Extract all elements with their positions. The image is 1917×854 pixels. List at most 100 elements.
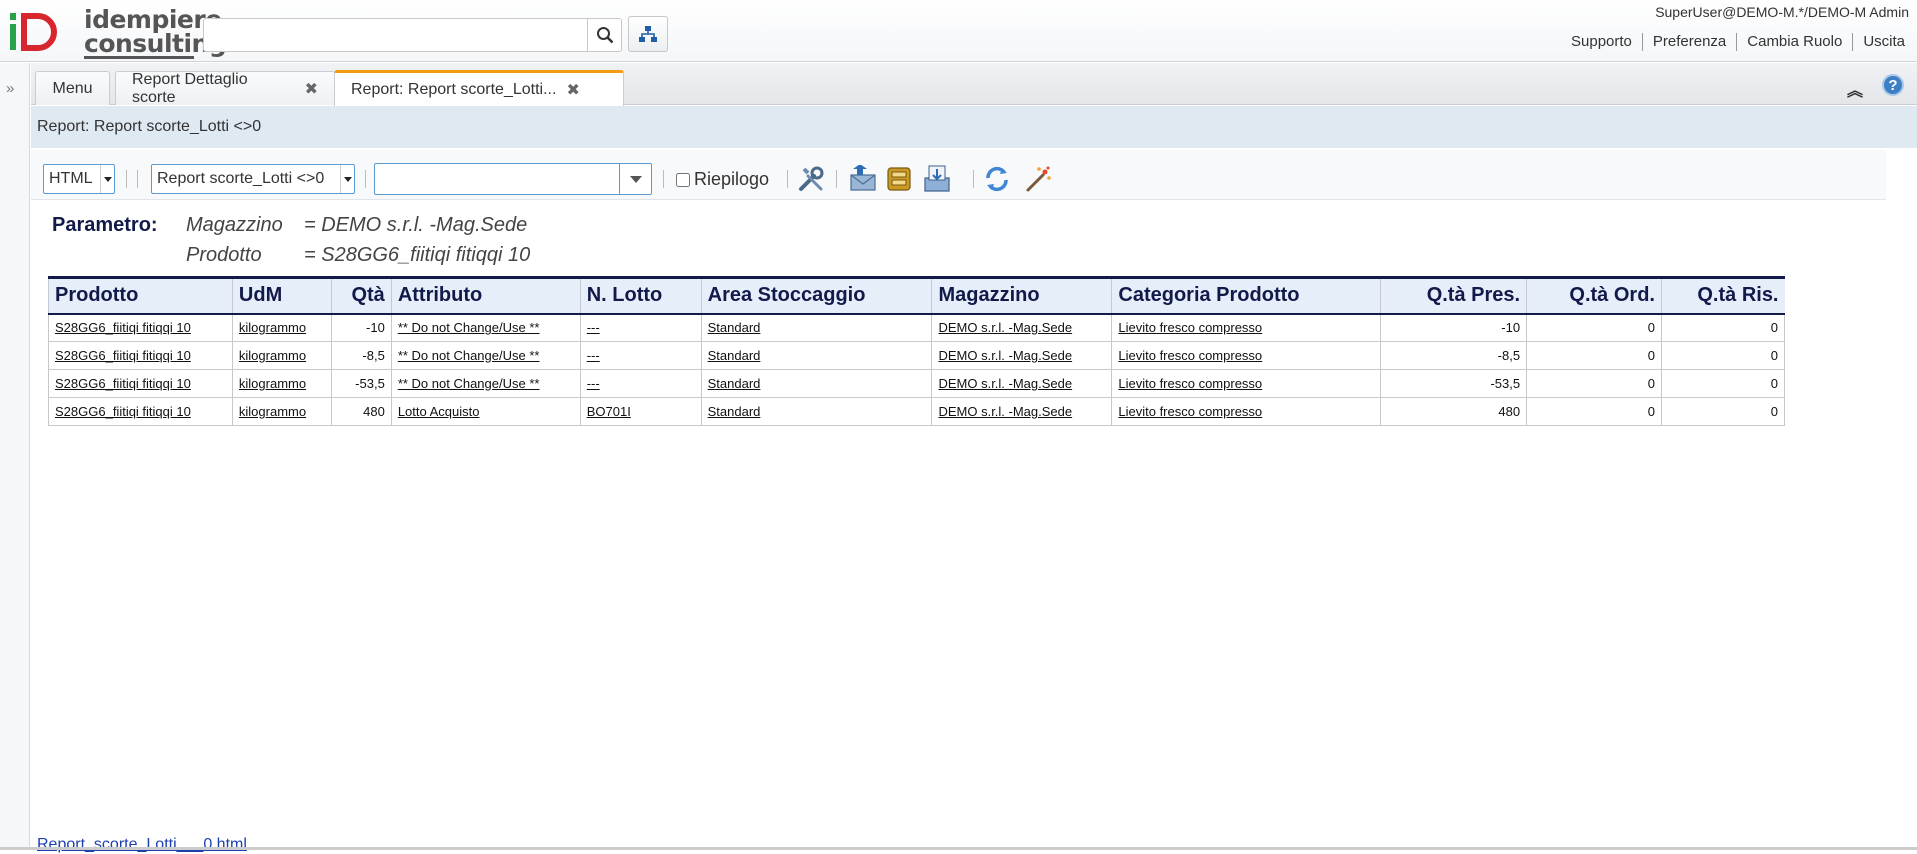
- toolbar-separator: [126, 170, 127, 188]
- menu-tree-button[interactable]: [628, 16, 668, 52]
- expand-panel-icon[interactable]: »: [6, 80, 14, 97]
- column-header[interactable]: Magazzino: [931, 276, 1112, 315]
- sitemap-icon: [639, 26, 657, 42]
- warehouse-link[interactable]: DEMO s.r.l. -Mag.Sede: [938, 376, 1072, 391]
- summary-label: Riepilogo: [694, 169, 770, 189]
- warehouse-link[interactable]: DEMO s.r.l. -Mag.Sede: [938, 348, 1072, 363]
- parameter-label-empty: [52, 244, 186, 274]
- warehouse-link[interactable]: DEMO s.r.l. -Mag.Sede: [938, 320, 1072, 335]
- cell-prodotto: S28GG6_fiitiqi fitiqqi 10: [48, 369, 233, 398]
- archive-icon[interactable]: [883, 163, 915, 195]
- format-select-value: HTML: [49, 170, 93, 187]
- column-header[interactable]: Q.tà Ord.: [1526, 276, 1662, 315]
- cell-attributo: ** Do not Change/Use **: [390, 369, 581, 398]
- locator-link[interactable]: Standard: [708, 376, 761, 391]
- link-cambia-ruolo[interactable]: Cambia Ruolo: [1736, 33, 1852, 51]
- tab-report-label: Report: Report scorte_Lotti...: [351, 80, 557, 98]
- send-mail-icon[interactable]: [846, 163, 878, 195]
- format-select[interactable]: HTML: [43, 164, 115, 194]
- tab-menu[interactable]: Menu: [35, 71, 110, 105]
- cell-qty-onhand: -8,5: [1380, 341, 1528, 370]
- close-tab-icon[interactable]: ✖: [305, 79, 318, 99]
- product-link[interactable]: S28GG6_fiitiqi fitiqqi 10: [55, 348, 191, 363]
- close-tab-icon[interactable]: ✖: [566, 80, 579, 100]
- cell-categoria: Lievito fresco compresso: [1111, 397, 1382, 426]
- cell-magazzino: DEMO s.r.l. -Mag.Sede: [931, 341, 1113, 370]
- cell-prodotto: S28GG6_fiitiqi fitiqqi 10: [48, 313, 233, 342]
- cell-qty-ordered: 0: [1526, 397, 1662, 426]
- column-header[interactable]: N. Lotto: [579, 276, 702, 315]
- table-row: S28GG6_fiitiqi fitiqqi 10 kilogrammo -53…: [48, 369, 1786, 398]
- report-file-link[interactable]: Report_scorte_Lotti___0.html: [37, 836, 247, 854]
- export-icon[interactable]: [921, 163, 953, 195]
- parameter-text: Magazzino = DEMO s.r.l. -Mag.Sede: [186, 214, 527, 244]
- lot-link[interactable]: ---: [587, 348, 600, 363]
- cell-categoria: Lievito fresco compresso: [1111, 313, 1382, 342]
- summary-checkbox[interactable]: Riepilogo: [676, 169, 769, 190]
- attribute-link[interactable]: ** Do not Change/Use **: [398, 348, 540, 363]
- collapse-up-icon[interactable]: ︽: [1847, 77, 1863, 101]
- lot-link[interactable]: BO701I: [587, 404, 631, 419]
- cell-qty-onhand: -10: [1380, 313, 1528, 342]
- column-header[interactable]: Qtà: [330, 276, 392, 315]
- column-header[interactable]: Q.tà Ris.: [1660, 276, 1785, 315]
- table-header-row: Prodotto UdM Qtà Attributo N. Lotto Area…: [48, 276, 1785, 315]
- uom-link[interactable]: kilogrammo: [239, 348, 306, 363]
- category-link[interactable]: Lievito fresco compresso: [1118, 320, 1262, 335]
- cell-qty-onhand: -53,5: [1380, 369, 1528, 398]
- wizard-icon[interactable]: [1022, 163, 1054, 195]
- tab-report-dettaglio-scorte[interactable]: Report Dettaglio scorte ✖: [115, 71, 335, 106]
- column-header[interactable]: UdM: [231, 276, 332, 315]
- global-search-input[interactable]: [203, 18, 588, 52]
- chevron-down-icon[interactable]: [619, 164, 651, 194]
- west-panel: »: [0, 63, 30, 850]
- summary-checkbox-input[interactable]: [676, 172, 690, 187]
- tab-report-scorte-lotti[interactable]: Report: Report scorte_Lotti... ✖: [334, 70, 624, 106]
- column-header[interactable]: Attributo: [390, 276, 581, 315]
- cell-qty-ordered: 0: [1526, 369, 1662, 398]
- column-header[interactable]: Area Stoccaggio: [700, 276, 932, 315]
- link-uscita[interactable]: Uscita: [1852, 33, 1915, 51]
- warehouse-link[interactable]: DEMO s.r.l. -Mag.Sede: [938, 404, 1072, 419]
- uom-link[interactable]: kilogrammo: [239, 320, 306, 335]
- parameter-label: Parametro:: [52, 214, 158, 236]
- chevron-down-icon: [100, 165, 114, 193]
- category-link[interactable]: Lievito fresco compresso: [1118, 376, 1262, 391]
- search-icon: [596, 27, 613, 44]
- column-header[interactable]: Q.tà Pres.: [1380, 276, 1527, 315]
- link-supporto[interactable]: Supporto: [1561, 33, 1642, 51]
- product-link[interactable]: S28GG6_fiitiqi fitiqqi 10: [55, 376, 191, 391]
- parameter-row: Parametro: Magazzino = DEMO s.r.l. -Mag.S…: [52, 214, 530, 244]
- attribute-link[interactable]: ** Do not Change/Use **: [398, 320, 540, 335]
- attribute-link[interactable]: Lotto Acquisto: [398, 404, 480, 419]
- toolbar-separator: [836, 170, 837, 188]
- customize-tools-icon[interactable]: [795, 163, 827, 195]
- column-header[interactable]: Categoria Prodotto: [1111, 276, 1381, 315]
- search-button[interactable]: [588, 18, 622, 52]
- product-link[interactable]: S28GG6_fiitiqi fitiqqi 10: [55, 320, 191, 335]
- uom-link[interactable]: kilogrammo: [239, 404, 306, 419]
- parameter-key: Prodotto: [186, 244, 262, 266]
- help-icon[interactable]: ?: [1882, 74, 1904, 96]
- cell-magazzino: DEMO s.r.l. -Mag.Sede: [931, 313, 1113, 342]
- category-link[interactable]: Lievito fresco compresso: [1118, 348, 1262, 363]
- product-link[interactable]: S28GG6_fiitiqi fitiqqi 10: [55, 404, 191, 419]
- toolbar-separator: [663, 170, 664, 188]
- column-header[interactable]: Prodotto: [48, 276, 233, 315]
- attribute-link[interactable]: ** Do not Change/Use **: [398, 376, 540, 391]
- cell-attributo: ** Do not Change/Use **: [390, 313, 581, 342]
- lot-link[interactable]: ---: [587, 376, 600, 391]
- refresh-icon[interactable]: [981, 163, 1013, 195]
- uom-link[interactable]: kilogrammo: [239, 376, 306, 391]
- cell-qty-ordered: 0: [1526, 341, 1662, 370]
- locator-link[interactable]: Standard: [708, 404, 761, 419]
- category-link[interactable]: Lievito fresco compresso: [1118, 404, 1262, 419]
- print-format-select[interactable]: Report scorte_Lotti <>0: [151, 164, 355, 194]
- report-view-combobox[interactable]: [374, 163, 652, 195]
- cell-qty-onhand: 480: [1380, 397, 1528, 426]
- link-preferenza[interactable]: Preferenza: [1641, 33, 1736, 51]
- report-parameters: Parametro: Magazzino = DEMO s.r.l. -Mag.S…: [52, 214, 530, 274]
- locator-link[interactable]: Standard: [708, 320, 761, 335]
- lot-link[interactable]: ---: [587, 320, 600, 335]
- locator-link[interactable]: Standard: [708, 348, 761, 363]
